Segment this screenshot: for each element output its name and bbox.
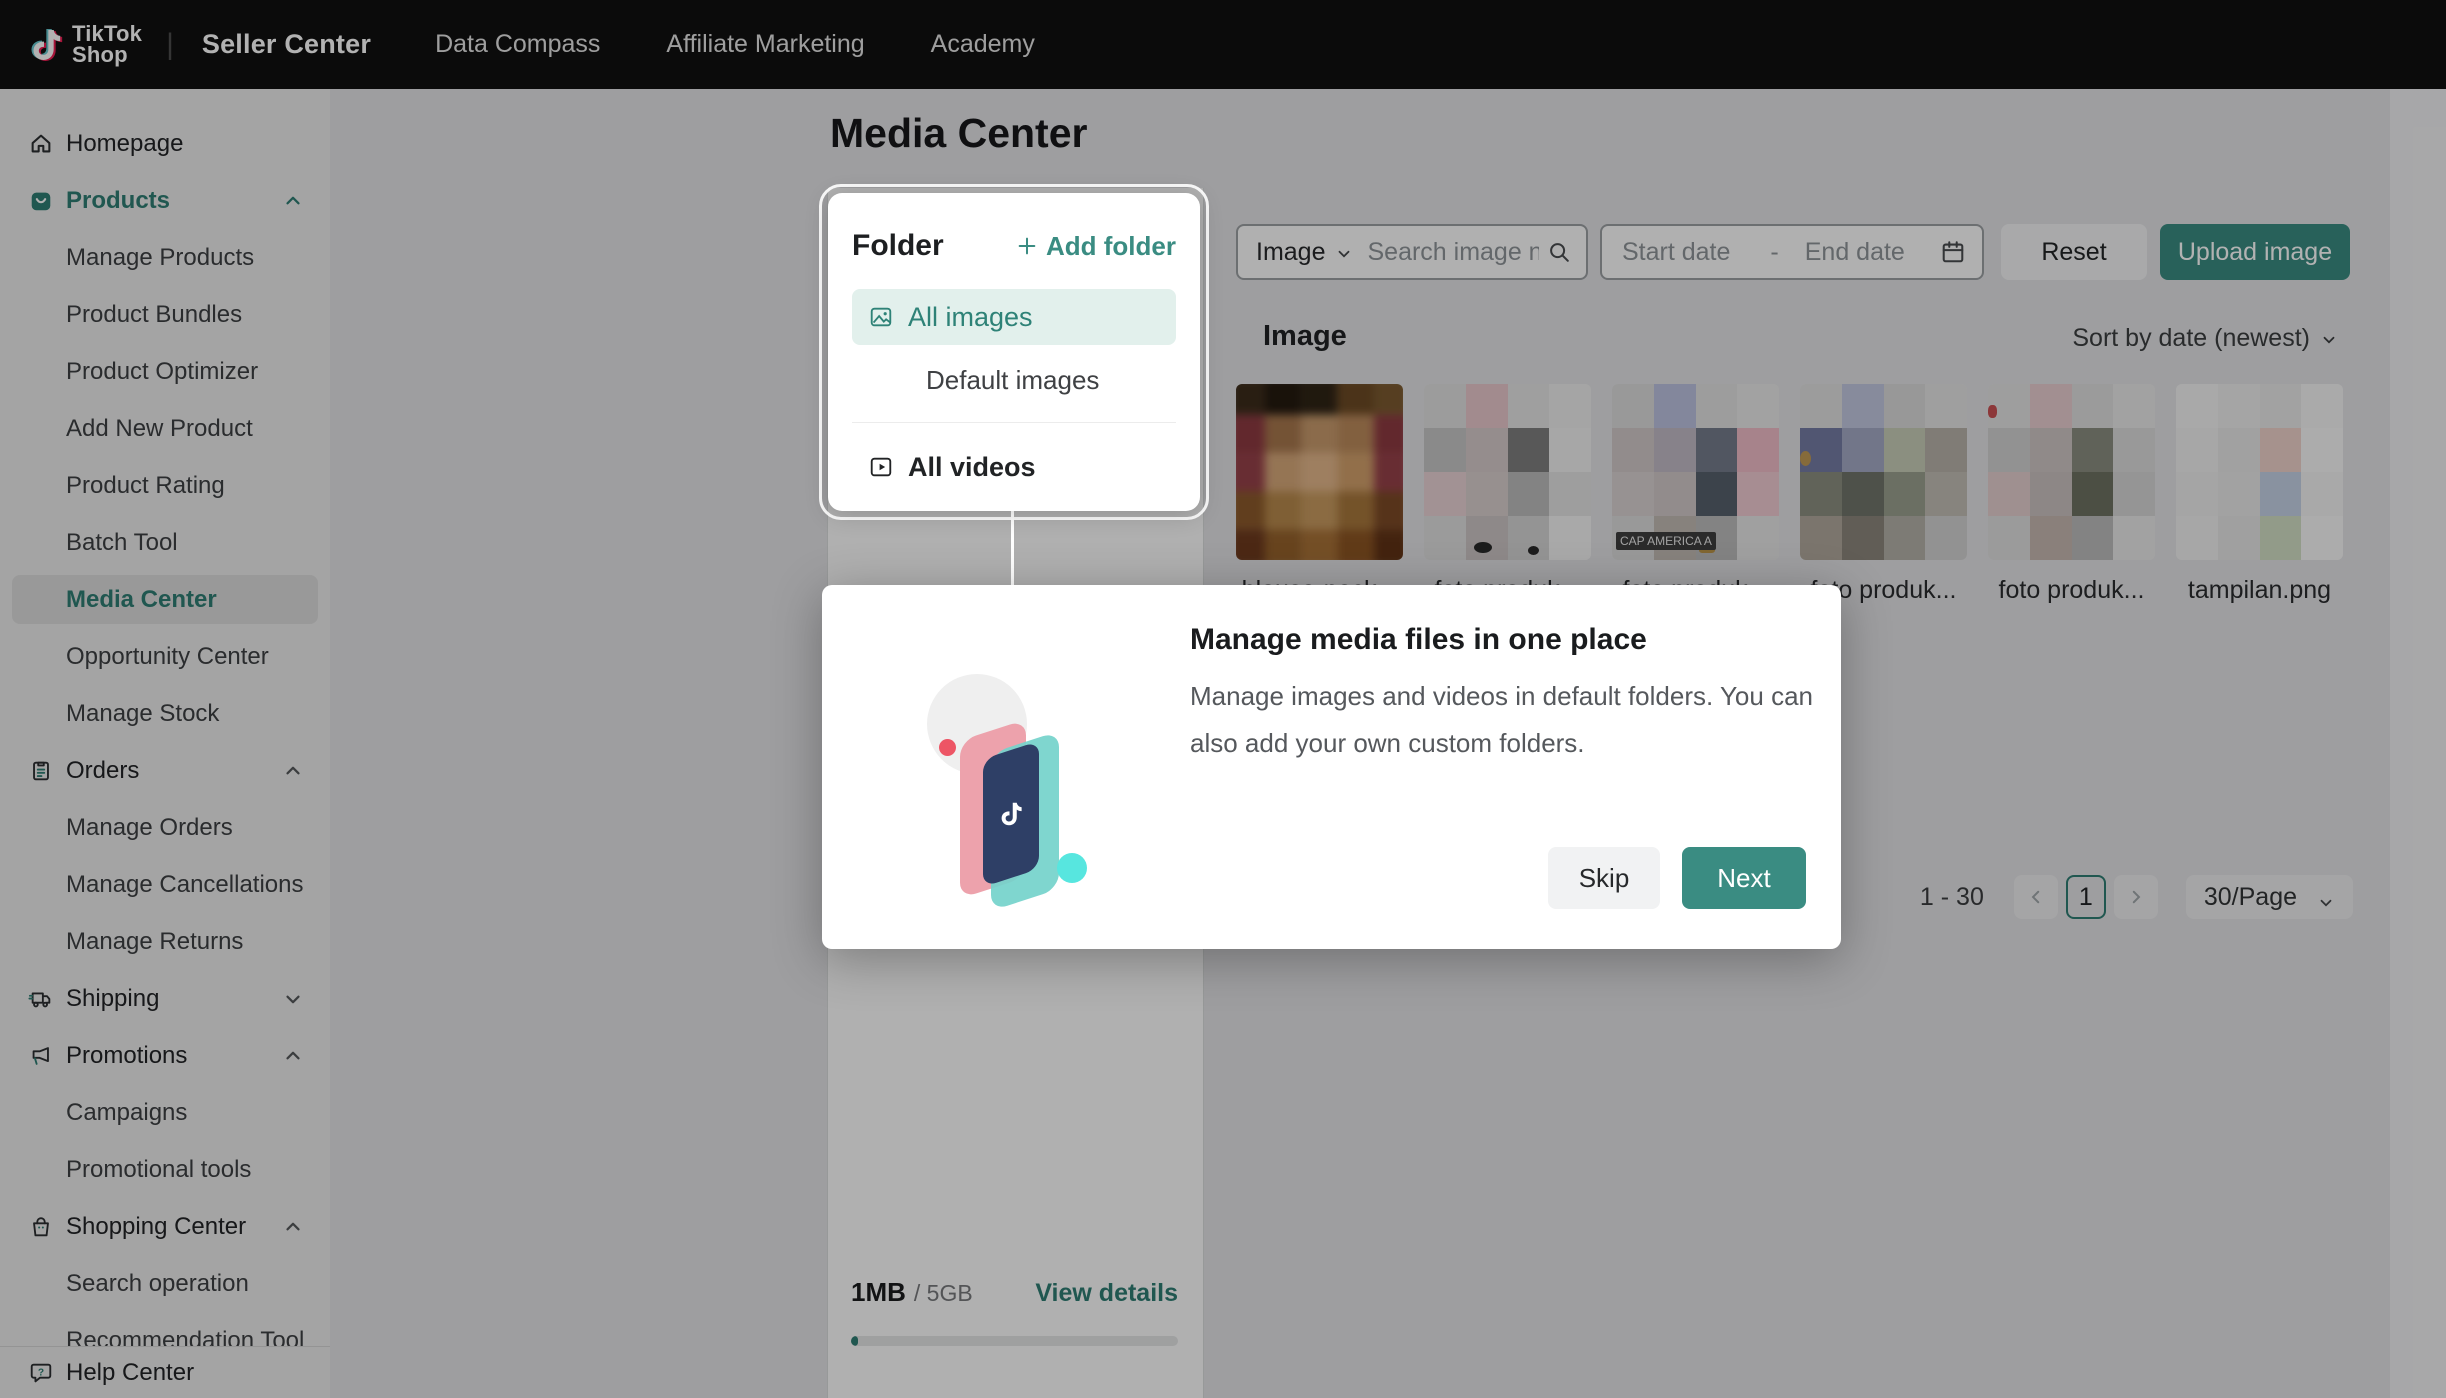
all-images-label: All images — [908, 302, 1033, 333]
add-folder-button[interactable]: Add folder — [1016, 231, 1176, 262]
folder-item-all-images[interactable]: All images — [852, 289, 1176, 345]
folder-divider — [852, 422, 1176, 423]
illustration-cyan-dot — [1057, 853, 1087, 883]
modal-title: Manage media files in one place — [1190, 623, 1647, 657]
illustration-red-dot — [939, 739, 956, 756]
tiktok-note-icon — [996, 799, 1026, 829]
next-button[interactable]: Next — [1682, 847, 1806, 909]
illustration-navy-card — [983, 741, 1039, 887]
folder-item-all-videos[interactable]: All videos — [852, 439, 1176, 495]
media-folder-illustration — [905, 630, 1165, 900]
add-folder-label: Add folder — [1046, 231, 1176, 262]
folder-panel-title: Folder — [852, 229, 944, 263]
skip-button[interactable]: Skip — [1548, 847, 1660, 909]
modal-description: Manage images and videos in default fold… — [1190, 673, 1840, 767]
spotlight-connector-line — [1011, 511, 1014, 587]
plus-icon — [1016, 235, 1038, 257]
onboarding-tooltip-modal: Manage media files in one place Manage i… — [822, 585, 1841, 949]
video-icon — [868, 454, 894, 480]
folder-panel-spotlight: Folder Add folder All images Default ima… — [819, 184, 1209, 520]
seller-center-app: TikTok Shop | Seller Center Data Compass… — [0, 0, 2446, 1398]
all-videos-label: All videos — [908, 452, 1036, 483]
folder-item-default-images[interactable]: Default images — [852, 345, 1176, 396]
folder-panel: Folder Add folder All images Default ima… — [828, 193, 1200, 511]
image-icon — [868, 304, 894, 330]
